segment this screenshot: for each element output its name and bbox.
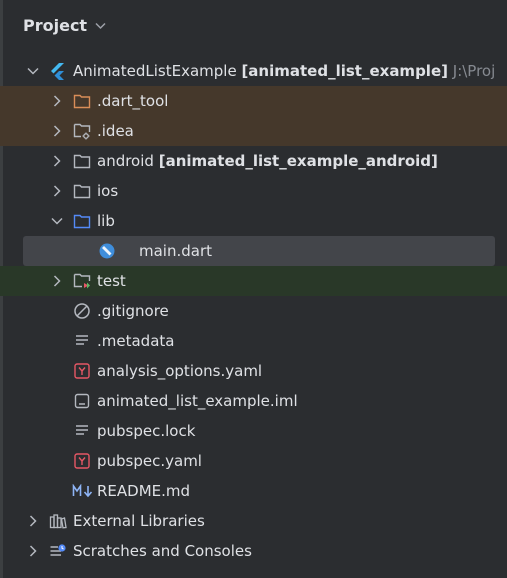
folder-icon — [73, 152, 91, 170]
flutter-icon — [49, 62, 67, 80]
tree-item-metadata[interactable]: .metadata — [0, 326, 507, 356]
tree-item-project-root[interactable]: AnimatedListExample [animated_list_examp… — [0, 56, 507, 86]
panel-title: Project — [23, 15, 88, 35]
chevron-down-icon[interactable] — [27, 65, 39, 77]
project-path: J:\Proj — [452, 62, 496, 80]
module-name: [animated_list_example_android] — [158, 152, 438, 170]
folder-icon — [73, 182, 91, 200]
project-tree: AnimatedListExample [animated_list_examp… — [0, 56, 507, 566]
settings-folder-icon — [73, 122, 91, 140]
gitignore-icon — [73, 302, 91, 320]
dart-file-icon — [98, 242, 116, 260]
markdown-icon — [72, 482, 94, 500]
iml-file-icon — [73, 392, 91, 410]
module-name: [animated_list_example] — [241, 62, 448, 80]
chevron-right-icon[interactable] — [27, 545, 39, 557]
tree-item-idea[interactable]: .idea — [0, 116, 507, 146]
tree-item-iml[interactable]: animated_list_example.iml — [0, 386, 507, 416]
tree-item-label: pubspec.yaml — [97, 452, 202, 470]
chevron-right-icon[interactable] — [51, 185, 63, 197]
tree-item-pubspec-lock[interactable]: pubspec.lock — [0, 416, 507, 446]
tree-item-label: analysis_options.yaml — [97, 362, 263, 380]
project-panel-header[interactable]: Project — [23, 12, 106, 38]
tree-item-label: test — [97, 272, 126, 290]
test-folder-icon — [73, 272, 91, 290]
tree-item-label: lib — [97, 212, 115, 230]
tree-item-label: animated_list_example.iml — [97, 392, 298, 410]
yaml-icon — [73, 452, 91, 470]
chevron-right-icon[interactable] — [51, 95, 63, 107]
chevron-down-icon[interactable] — [51, 215, 63, 227]
tree-item-ios[interactable]: ios — [0, 176, 507, 206]
chevron-right-icon[interactable] — [51, 155, 63, 167]
tree-item-label: ios — [97, 182, 119, 200]
tree-item-label: android — [97, 152, 154, 170]
tree-item-pubspec-yaml[interactable]: pubspec.yaml — [0, 446, 507, 476]
text-file-icon — [73, 332, 91, 350]
tree-item-label: .idea — [97, 122, 134, 140]
chevron-right-icon[interactable] — [51, 275, 63, 287]
excluded-folder-icon — [73, 92, 91, 110]
tree-item-label: .dart_tool — [97, 92, 169, 110]
tree-item-label: pubspec.lock — [97, 422, 196, 440]
tree-item-dart-tool[interactable]: .dart_tool — [0, 86, 507, 116]
tree-item-android[interactable]: android [animated_list_example_android] — [0, 146, 507, 176]
tree-item-label: .metadata — [97, 332, 175, 350]
libraries-icon — [49, 512, 67, 530]
chevron-right-icon[interactable] — [27, 515, 39, 527]
tree-item-label: Scratches and Consoles — [73, 542, 252, 560]
project-name: AnimatedListExample — [73, 62, 237, 80]
chevron-right-icon[interactable] — [51, 125, 63, 137]
tree-item-readme[interactable]: README.md — [0, 476, 507, 506]
tree-item-label: .gitignore — [97, 302, 169, 320]
tree-item-lib[interactable]: lib — [0, 206, 507, 236]
yaml-icon — [73, 362, 91, 380]
text-file-icon — [73, 422, 91, 440]
tree-item-label: main.dart — [139, 242, 213, 260]
tree-item-gitignore[interactable]: .gitignore — [0, 296, 507, 326]
tree-item-test[interactable]: test — [0, 266, 507, 296]
tree-item-external-libraries[interactable]: External Libraries — [0, 506, 507, 536]
tree-item-scratches[interactable]: Scratches and Consoles — [0, 536, 507, 566]
scratches-icon — [49, 542, 67, 560]
tree-item-main-dart[interactable]: main.dart — [23, 236, 495, 266]
tree-item-label: External Libraries — [73, 512, 205, 530]
chevron-down-icon[interactable] — [95, 20, 106, 33]
source-folder-icon — [73, 212, 91, 230]
tree-item-label: README.md — [97, 482, 191, 500]
tree-item-analysis-options[interactable]: analysis_options.yaml — [0, 356, 507, 386]
